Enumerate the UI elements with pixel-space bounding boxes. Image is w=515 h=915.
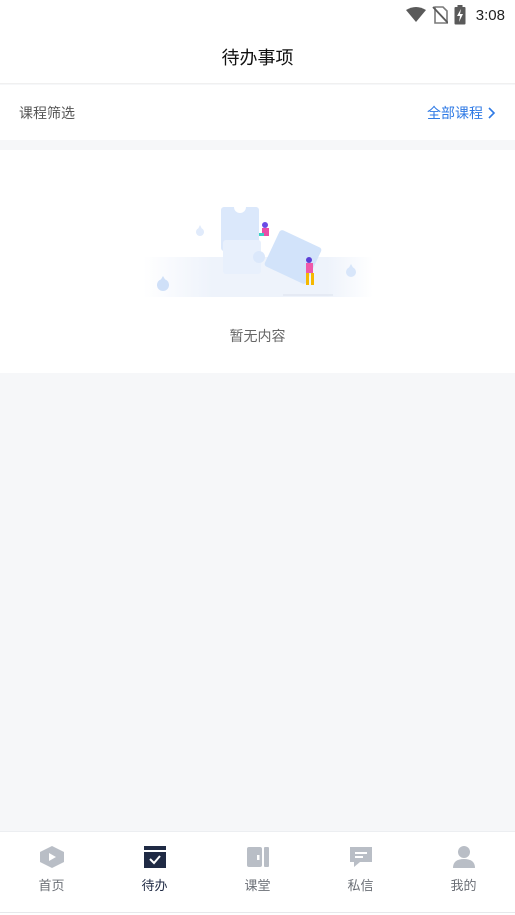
- course-filter-label: 课程筛选: [19, 105, 75, 122]
- course-filter-selector[interactable]: 全部课程: [427, 103, 496, 123]
- page-header: 待办事项: [0, 30, 515, 84]
- message-icon: [348, 844, 374, 870]
- tab-todo[interactable]: 待办: [103, 832, 206, 915]
- status-bar: 3:08: [0, 0, 515, 30]
- todo-icon: [142, 844, 168, 870]
- bottom-divider: [0, 912, 515, 913]
- bottom-tab-bar: 首页 待办 课堂 私信 我的: [0, 831, 515, 915]
- puzzle-illustration: [143, 202, 373, 297]
- course-filter-row: 课程筛选 全部课程: [0, 85, 515, 140]
- no-sim-icon: [432, 6, 448, 24]
- tab-home[interactable]: 首页: [0, 832, 103, 915]
- tab-classroom-label: 课堂: [244, 879, 271, 894]
- profile-icon: [451, 844, 477, 870]
- status-time: 3:08: [475, 6, 505, 24]
- classroom-icon: [245, 844, 271, 870]
- page-title: 待办事项: [221, 47, 294, 69]
- tab-profile-label: 我的: [450, 879, 477, 894]
- home-icon: [39, 844, 65, 870]
- tab-home-label: 首页: [38, 879, 65, 894]
- empty-state-text: 暂无内容: [229, 329, 286, 345]
- empty-state-panel: 暂无内容: [0, 150, 515, 373]
- tab-profile[interactable]: 我的: [412, 832, 515, 915]
- chevron-right-icon: [488, 106, 496, 119]
- tab-todo-label: 待办: [141, 879, 168, 894]
- tab-messages[interactable]: 私信: [309, 832, 412, 915]
- tab-classroom[interactable]: 课堂: [206, 832, 309, 915]
- battery-charging-icon: [454, 5, 466, 25]
- course-filter-value: 全部课程: [427, 105, 483, 122]
- tab-messages-label: 私信: [347, 879, 374, 894]
- wifi-icon: [405, 7, 426, 22]
